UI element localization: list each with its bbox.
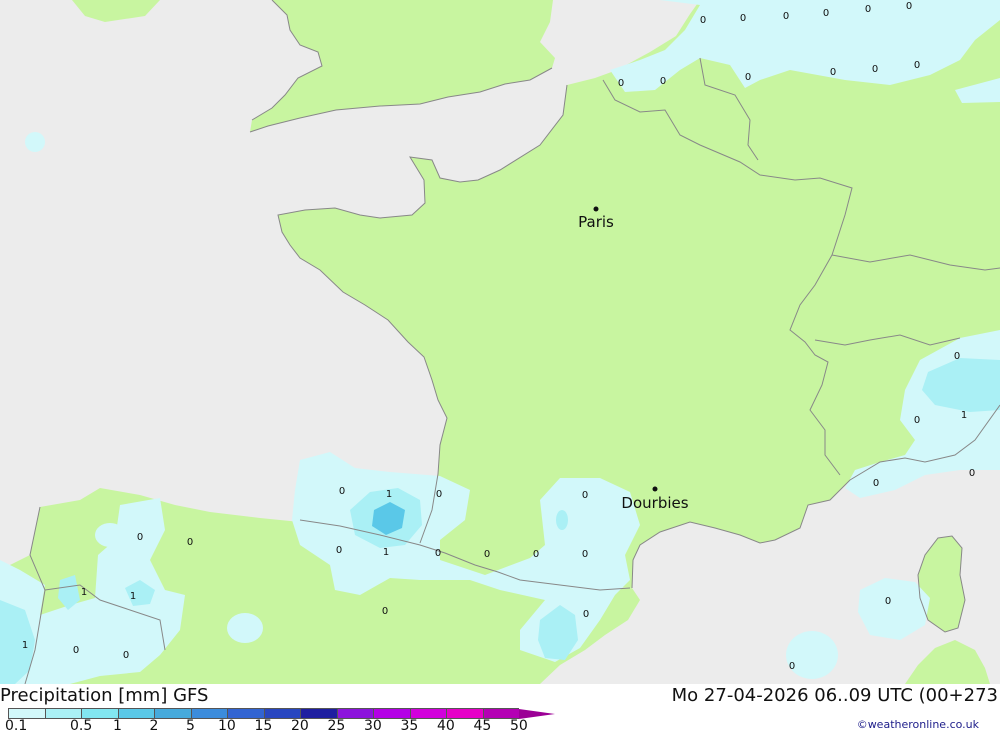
precip-value: 0 — [123, 650, 129, 661]
precip-value: 0 — [583, 609, 589, 620]
legend-tick: 0.1 — [5, 718, 28, 734]
precip-value: 0 — [336, 545, 342, 556]
precipitation-map: 0 0 0 0 0 0 0 0 0 0 0 0 0 0 0 1 0 0 0 1 … — [0, 0, 1000, 684]
precip-value: 0 — [830, 67, 836, 78]
precip-value: 0 — [436, 489, 442, 500]
precip-value: 0 — [906, 1, 912, 12]
precip-value: 0 — [339, 486, 345, 497]
legend-swatch — [117, 708, 154, 719]
precip-value: 0 — [435, 548, 441, 559]
precip-value: 0 — [789, 661, 795, 672]
legend-tick: 25 — [327, 718, 346, 734]
precip-value: 1 — [383, 547, 389, 558]
precip-value: 0 — [914, 60, 920, 71]
precip-value: 1 — [22, 640, 28, 651]
precip-value: 0 — [484, 549, 490, 560]
precip-value: 0 — [187, 537, 193, 548]
legend-tick: 15 — [254, 718, 273, 734]
legend-tick-labels: 0.1 0.5 1 2 5 10 15 20 25 30 35 40 45 50 — [0, 718, 528, 734]
precip-value: 0 — [740, 13, 746, 24]
city-dot-paris — [593, 206, 599, 212]
credit-link[interactable]: ©weatheronline.co.uk — [857, 718, 979, 731]
legend-tick: 1 — [113, 718, 122, 734]
precip-value: 0 — [823, 8, 829, 19]
footer: Precipitation [mm] GFS Mo 27-04-2026 06.… — [0, 684, 1000, 733]
legend-tick: 5 — [186, 718, 195, 734]
legend-tick: 40 — [437, 718, 455, 734]
precip-value: 0 — [885, 596, 891, 607]
map-title: Precipitation [mm] GFS — [0, 685, 209, 706]
precip-value: 0 — [954, 351, 960, 362]
city-dot-dourbies — [652, 486, 658, 492]
precip-value: 0 — [873, 478, 879, 489]
legend-arrow — [519, 708, 555, 719]
precip-value: 1 — [961, 410, 967, 421]
precip-value: 0 — [660, 76, 666, 87]
precip-value: 0 — [872, 64, 878, 75]
city-label-paris: Paris — [578, 213, 614, 231]
legend-tick: 2 — [149, 718, 159, 734]
precip-value: 1 — [386, 489, 392, 500]
precip-value: 0 — [783, 11, 789, 22]
legend-tick: 50 — [510, 718, 528, 734]
precip-value: 0 — [969, 468, 975, 479]
legend-tick: 45 — [473, 718, 492, 734]
precip-value: 0 — [914, 415, 920, 426]
legend-tick: 20 — [291, 718, 309, 734]
precip-value: 0 — [73, 645, 79, 656]
legend-tick: 0.5 — [70, 718, 93, 734]
forecast-datetime: Mo 27-04-2026 06..09 UTC (00+273 — [671, 685, 998, 706]
precip-value: 0 — [865, 4, 871, 15]
legend-tick: 30 — [364, 718, 382, 734]
city-label-dourbies: Dourbies — [621, 494, 688, 512]
precip-value: 1 — [130, 591, 136, 602]
precip-value: 1 — [81, 587, 87, 598]
legend-tick: 35 — [400, 718, 419, 734]
precip-value: 0 — [745, 72, 751, 83]
precip-value: 0 — [582, 490, 588, 501]
precip-value: 0 — [137, 532, 143, 543]
precip-value: 0 — [382, 606, 388, 617]
legend-tick: 10 — [218, 718, 236, 734]
map-canvas: 0 0 0 0 0 0 0 0 0 0 0 0 0 0 0 1 0 0 0 1 … — [0, 0, 1000, 684]
precip-value: 0 — [700, 15, 706, 26]
precip-value: 0 — [582, 549, 588, 560]
precip-value: 0 — [533, 549, 539, 560]
precip-value: 0 — [618, 78, 624, 89]
